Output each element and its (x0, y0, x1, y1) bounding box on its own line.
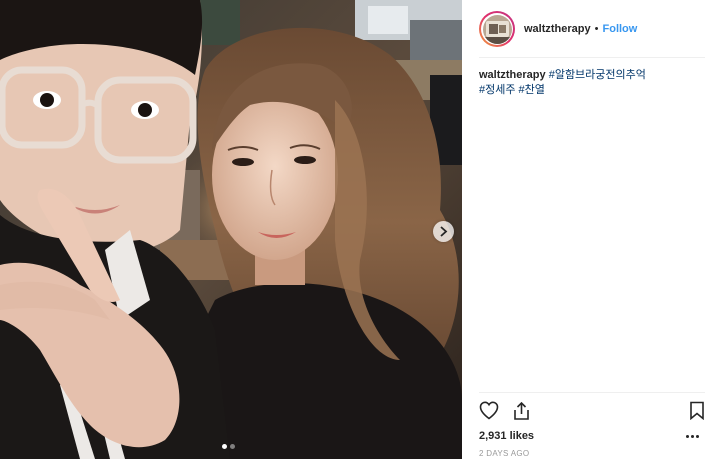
header-divider (479, 57, 705, 58)
like-count[interactable]: 2,931 likes (479, 430, 534, 442)
chevron-right-icon (440, 226, 448, 237)
hashtag-link[interactable]: #정세주 (479, 84, 515, 96)
post-header: waltztherapy • Follow (479, 10, 705, 48)
more-options-icon[interactable] (686, 433, 700, 439)
caption-username[interactable]: waltztherapy (479, 69, 546, 81)
carousel-dot-active (222, 444, 227, 449)
header-separator: • (594, 23, 599, 35)
hashtag-link[interactable]: #찬열 (519, 84, 545, 96)
hashtag-link[interactable]: #알함브라궁전의추억 (549, 69, 646, 81)
post-username[interactable]: waltztherapy (524, 23, 591, 35)
avatar[interactable] (479, 11, 515, 47)
heart-icon[interactable] (479, 401, 499, 420)
post-side-panel: waltztherapy • Follow waltztherapy #알함브라… (462, 0, 720, 459)
post-actions (479, 401, 707, 425)
actions-divider (479, 392, 705, 393)
follow-button[interactable]: Follow (603, 23, 638, 35)
post-caption: waltztherapy #알함브라궁전의추억 #정세주 #찬열 (479, 68, 703, 98)
share-icon[interactable] (512, 401, 531, 421)
post-photo[interactable] (0, 0, 462, 459)
selfie-photo (0, 0, 462, 459)
carousel-dot (230, 444, 235, 449)
instagram-post: waltztherapy • Follow waltztherapy #알함브라… (0, 0, 720, 459)
avatar-image (482, 14, 512, 44)
next-slide-button[interactable] (433, 221, 454, 242)
carousel-indicator (222, 444, 235, 449)
post-timestamp: 2 DAYS AGO (479, 449, 530, 458)
bookmark-icon[interactable] (689, 401, 705, 420)
